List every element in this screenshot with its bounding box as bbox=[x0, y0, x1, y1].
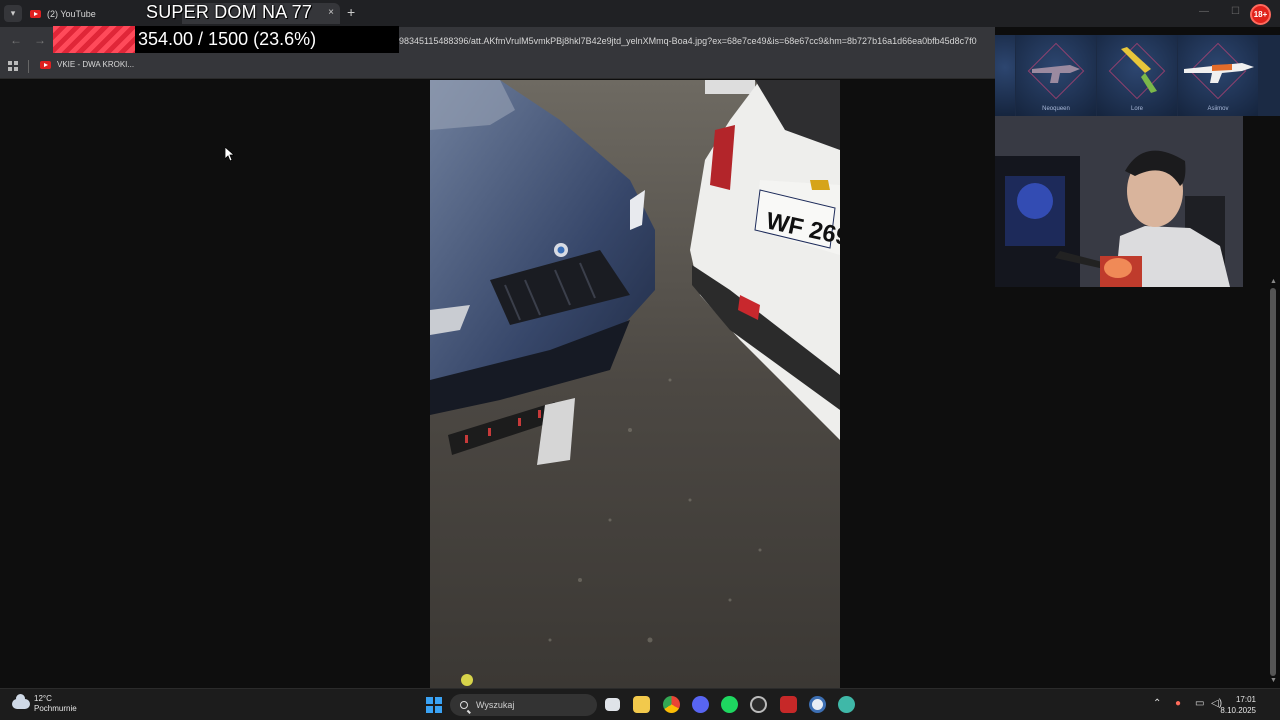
taskbar-search[interactable]: Wyszukaj bbox=[450, 694, 597, 716]
obs-icon[interactable] bbox=[750, 696, 767, 713]
weather-temp: 12°C bbox=[34, 694, 52, 703]
rifle-icon bbox=[1032, 65, 1080, 83]
address-bar[interactable]: 98345115488396/att.AKfmVrulM5vmkPBj8hkl7… bbox=[399, 29, 995, 53]
file-explorer-icon[interactable] bbox=[633, 696, 650, 713]
streamer-webcam-image bbox=[995, 116, 1243, 287]
skin-card: Neoqueen bbox=[1016, 35, 1096, 116]
new-tab-button[interactable]: + bbox=[347, 4, 355, 20]
browser-globe-icon[interactable] bbox=[838, 696, 855, 713]
scroll-up-arrow-icon[interactable]: ▲ bbox=[1270, 278, 1277, 285]
search-icon bbox=[460, 701, 468, 709]
microphone-icon[interactable]: ● bbox=[1175, 698, 1181, 709]
forward-arrow-icon[interactable]: → bbox=[34, 33, 46, 47]
sniper-icon bbox=[1184, 63, 1254, 83]
knife-icon bbox=[1121, 47, 1157, 93]
back-arrow-icon[interactable]: ← bbox=[10, 33, 22, 47]
task-view-icon[interactable] bbox=[605, 698, 620, 711]
minimize-icon[interactable]: — bbox=[1199, 6, 1209, 17]
search-placeholder: Wyszukaj bbox=[476, 700, 515, 710]
bookmarks-bar: VKIE - DWA KROKI... bbox=[0, 55, 995, 79]
clock-date: 8.10.2025 bbox=[1220, 706, 1256, 715]
weather-text: 12°C Pochmurnie bbox=[34, 694, 77, 714]
chrome-icon[interactable] bbox=[663, 696, 680, 713]
skin-card-partial bbox=[995, 35, 1015, 116]
close-tab-icon[interactable]: × bbox=[328, 7, 334, 18]
bookmark-label: VKIE - DWA KROKI... bbox=[57, 60, 135, 69]
webcam-feed bbox=[995, 116, 1243, 287]
page-scrollbar[interactable] bbox=[1270, 288, 1276, 676]
skin-card: Lore bbox=[1097, 35, 1177, 116]
weather-widget[interactable]: 12°C Pochmurnie bbox=[12, 694, 77, 714]
parking-lot-image: WF 269 bbox=[430, 80, 840, 688]
goal-progress-text: 354.00 / 1500 (23.6%) bbox=[138, 29, 317, 49]
screen: ▾ (2) YouTube × + — ☐ 18+ ← → 9834511548… bbox=[0, 0, 1280, 720]
tab-youtube-label: (2) YouTube bbox=[47, 8, 96, 19]
youtube-icon bbox=[30, 9, 41, 18]
windows-taskbar: 12°C Pochmurnie Wyszukaj ⌃ ● ▭ ◁) 17:01 … bbox=[0, 688, 1280, 720]
start-button[interactable] bbox=[426, 697, 442, 713]
weather-desc: Pochmurnie bbox=[34, 704, 77, 713]
donation-goal-bar: 354.00 / 1500 (23.6%) bbox=[53, 26, 399, 53]
taskbar-clock[interactable]: 17:01 8.10.2025 bbox=[1220, 694, 1256, 716]
streaming-app-icon[interactable] bbox=[780, 696, 797, 713]
skin-name: Neoqueen bbox=[1042, 106, 1070, 112]
youtube-icon bbox=[40, 60, 51, 69]
car-photo: WF 269 bbox=[430, 80, 840, 688]
tab-search-button[interactable]: ▾ bbox=[4, 5, 22, 22]
skin-name: Lore bbox=[1130, 106, 1143, 112]
tray-chevron-up-icon[interactable]: ⌃ bbox=[1153, 698, 1161, 709]
mouse-cursor-icon bbox=[224, 146, 236, 166]
bookmark-item[interactable]: VKIE - DWA KROKI... bbox=[40, 60, 134, 69]
app-circle-icon[interactable] bbox=[809, 696, 826, 713]
age-badge: 18+ bbox=[1250, 4, 1271, 25]
maximize-icon[interactable]: ☐ bbox=[1231, 6, 1240, 17]
cloud-icon bbox=[12, 694, 30, 709]
apps-grid-icon[interactable] bbox=[8, 61, 18, 71]
skins-overlay: Neoqueen Lore Asiimov bbox=[995, 35, 1280, 116]
window-controls: — ☐ bbox=[1199, 6, 1240, 17]
clock-time: 17:01 bbox=[1235, 695, 1256, 704]
skin-name: Asiimov bbox=[1207, 106, 1229, 112]
network-icon[interactable]: ▭ bbox=[1195, 698, 1204, 709]
bookmark-separator bbox=[28, 60, 29, 73]
scroll-down-arrow-icon[interactable]: ▼ bbox=[1270, 677, 1277, 684]
discord-icon[interactable] bbox=[692, 696, 709, 713]
spotify-icon[interactable] bbox=[721, 696, 738, 713]
goal-progress-fill bbox=[53, 26, 135, 53]
stream-title: SUPER DOM NA 77 bbox=[146, 2, 313, 22]
skin-card: Asiimov bbox=[1178, 35, 1258, 116]
